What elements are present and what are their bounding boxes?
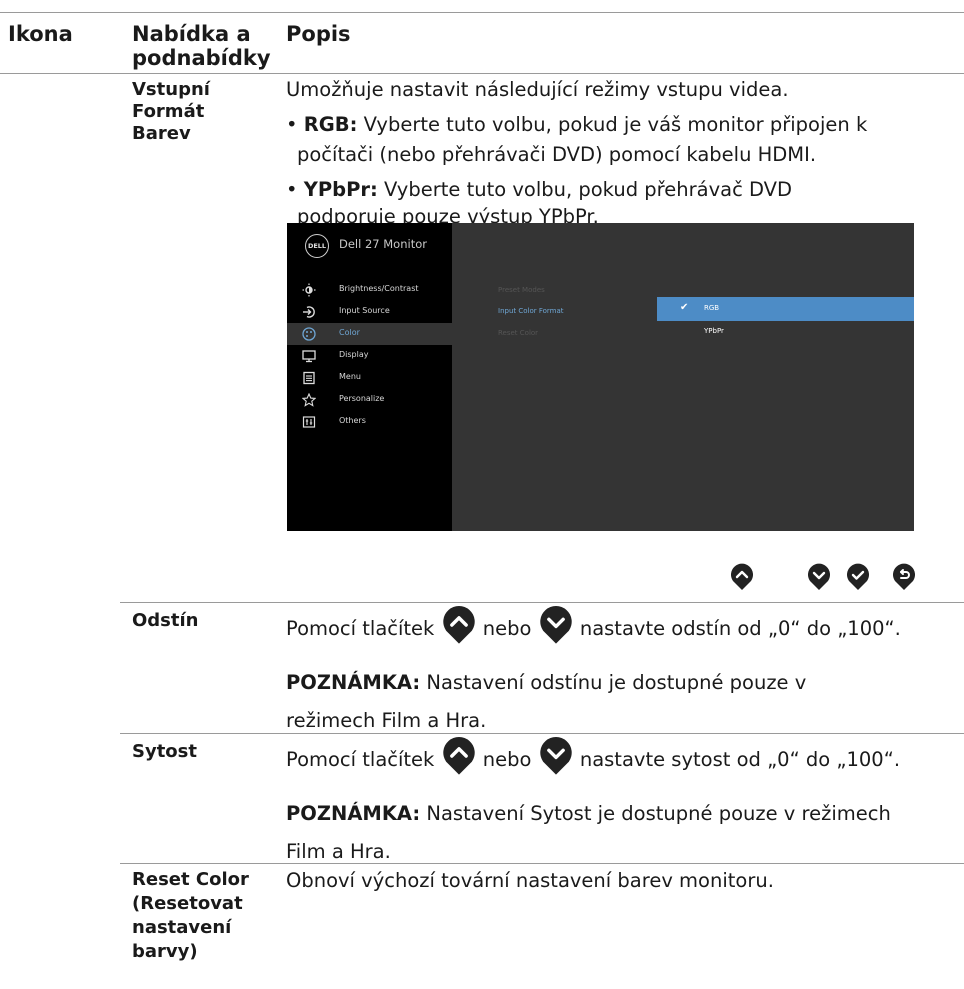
hue-instruction: Pomocí tlačítek nebo nastavte odstín od … [286, 605, 956, 645]
reset-desc: Obnoví výchozí tovární nastavení barev m… [286, 869, 774, 892]
row-label-hue: Odstín [132, 610, 199, 631]
osd-item-label: Brightness/Contrast [339, 284, 419, 293]
note-text: Nastavení odstínu je dostupné pouze v [420, 671, 807, 694]
row-rule-hue [120, 602, 964, 603]
saturation-instruction: Pomocí tlačítek nebo nastavte sytost od … [286, 736, 956, 776]
check-icon: ✔ [680, 302, 689, 313]
osd-input-color-format: Input Color Format [498, 307, 564, 315]
star-icon [302, 393, 316, 407]
saturation-note: POZNÁMKA: Nastavení Sytost je dostupné p… [286, 795, 956, 871]
rgb-text-2: počítači (nebo přehrávači DVD) pomocí ka… [297, 143, 817, 166]
row-rule-saturation [120, 733, 964, 734]
osd-option-ypbpr: YPbPr [704, 327, 724, 335]
osd-item-input-source: Input Source [287, 301, 452, 323]
osd-item-display: Display [287, 345, 452, 367]
label-line: (Resetovat [132, 893, 243, 914]
col-header-menu-line1: Nabídka a [132, 22, 251, 46]
sat-text-2: nebo [482, 748, 532, 771]
hue-text-1: Pomocí tlačítek [286, 617, 435, 640]
display-icon [302, 350, 316, 363]
note-term: POZNÁMKA: [286, 671, 421, 694]
osd-item-label: Others [339, 416, 366, 425]
label-line: Vstupní [132, 79, 210, 100]
down-button-icon [539, 605, 572, 644]
input-source-icon [303, 306, 315, 318]
menu-icon [303, 371, 315, 385]
osd-item-color: Color [287, 323, 452, 345]
osd-option-label: RGB [704, 304, 720, 312]
osd-reset-color: Reset Color [498, 329, 539, 337]
check-button-icon [847, 563, 869, 590]
down-button-icon [539, 736, 572, 775]
ypbpr-text: Vyberte tuto volbu, pokud přehrávač DVD [377, 178, 793, 201]
label-line: Formát [132, 101, 205, 122]
hue-note: POZNÁMKA: Nastavení odstínu je dostupné … [286, 664, 956, 740]
osd-title: Dell 27 Monitor [339, 237, 427, 251]
intro-text: Umožňuje nastavit následující režimy vst… [286, 78, 789, 101]
label-line: Barev [132, 123, 191, 144]
sat-text-1: Pomocí tlačítek [286, 748, 435, 771]
row-label-reset: Reset Color (Resetovat nastavení barvy) [132, 868, 249, 964]
brightness-icon [302, 283, 316, 297]
osd-preset-modes: Preset Modes [498, 286, 545, 294]
osd-item-label: Display [339, 350, 369, 359]
down-button-icon [808, 563, 830, 590]
col-header-icon: Ikona [8, 22, 73, 46]
osd-item-brightness: Brightness/Contrast [287, 279, 452, 301]
osd-item-others: Others [287, 411, 452, 433]
rgb-bullet: • RGB: Vyberte tuto volbu, pokud je váš … [286, 113, 868, 136]
dell-logo: DELL [305, 234, 329, 258]
note-text-2: režimech Film a Hra. [286, 709, 487, 732]
osd-item-label: Personalize [339, 394, 385, 403]
up-button-icon [731, 563, 753, 590]
top-rule [0, 12, 964, 13]
rgb-text: Vyberte tuto volbu, pokud je váš monitor… [357, 113, 868, 136]
label-line: barvy) [132, 941, 198, 962]
up-button-icon [442, 736, 475, 775]
note-term: POZNÁMKA: [286, 802, 421, 825]
sat-text-3: nastavte sytost od „0“ do „100“. [579, 748, 901, 771]
hue-text-3: nastavte odstín od „0“ do „100“. [579, 617, 901, 640]
osd-item-label: Menu [339, 372, 361, 381]
rgb-term: RGB: [303, 113, 358, 136]
back-button-icon [893, 563, 915, 590]
osd-item-label: Color [339, 328, 360, 337]
osd-item-menu: Menu [287, 367, 452, 389]
others-icon [302, 416, 316, 428]
osd-screenshot: DELL Dell 27 Monitor Brightness/Contrast… [287, 223, 914, 531]
col-header-desc: Popis [286, 22, 351, 46]
row-label-saturation: Sytost [132, 741, 197, 762]
hue-text-2: nebo [482, 617, 532, 640]
label-line: Reset Color [132, 869, 249, 890]
osd-sidebar: DELL Dell 27 Monitor Brightness/Contrast… [287, 223, 452, 531]
ypbpr-term: YPbPr: [303, 178, 378, 201]
input-format-desc: Umožňuje nastavit následující režimy vst… [286, 75, 956, 229]
col-header-menu: Nabídka a podnabídky [132, 22, 271, 70]
palette-icon [302, 327, 316, 341]
col-header-menu-line2: podnabídky [132, 46, 271, 70]
up-button-icon [442, 605, 475, 644]
header-rule [0, 73, 964, 74]
ypbpr-bullet: • YPbPr: Vyberte tuto volbu, pokud přehr… [286, 178, 793, 201]
osd-option-rgb: ✔ RGB [657, 297, 914, 321]
osd-item-personalize: Personalize [287, 389, 452, 411]
row-rule-reset [120, 863, 964, 864]
osd-item-label: Input Source [339, 306, 390, 315]
row-label-input-format: Vstupní Formát Barev [132, 79, 210, 145]
label-line: nastavení [132, 917, 232, 938]
note-text: Nastavení Sytost je dostupné pouze v rež… [420, 802, 891, 825]
